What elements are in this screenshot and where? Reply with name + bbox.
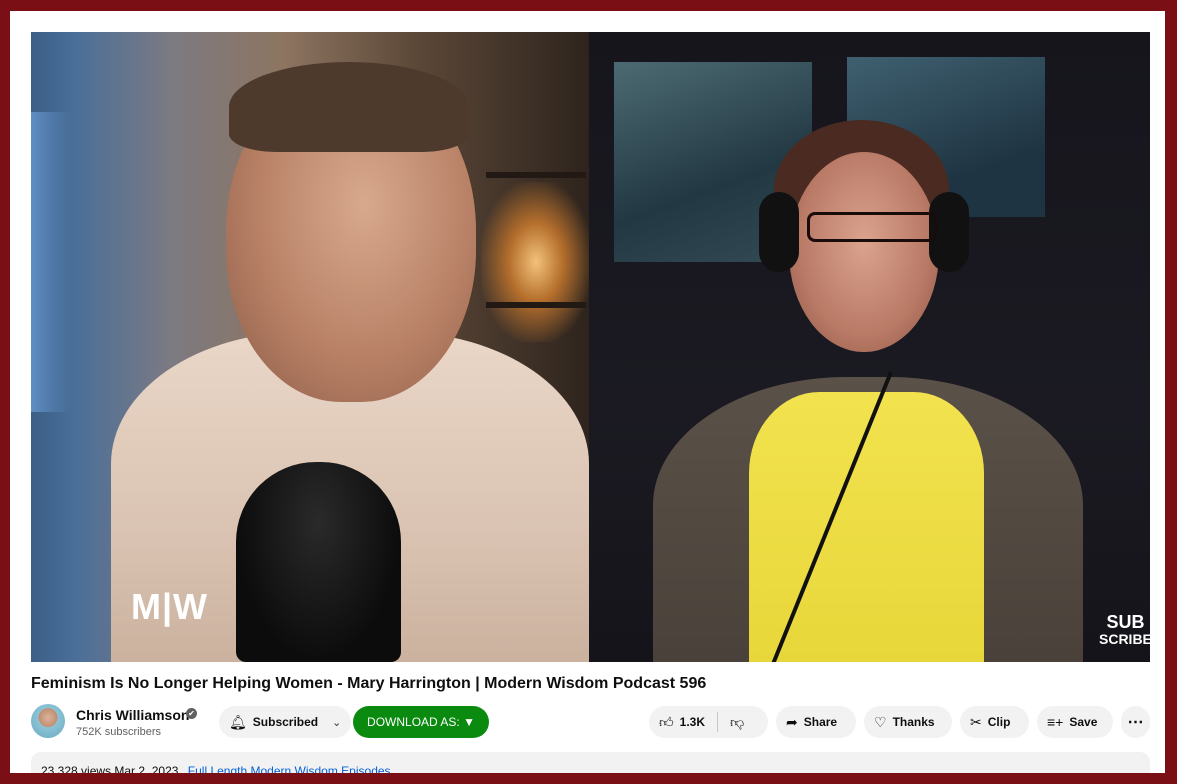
subscribed-button[interactable]: 🔔︎ Subscribed ⌄ [219,706,351,738]
more-actions-button[interactable]: ⋯ [1121,706,1150,738]
scissors-icon: ✂ [970,713,982,730]
video-title: Feminism Is No Longer Helping Women - Ma… [31,675,707,692]
thanks-button[interactable]: ♡ Thanks [864,706,952,738]
thumbs-up-icon[interactable]: 👍︎ [659,714,674,731]
modern-wisdom-logo: M|W [131,586,209,627]
page-frame: M|W SUB SCRIBE Feminism Is No Longer Hel… [10,11,1165,773]
window-light [31,112,71,412]
channel-action-row: Chris Williamson ✔ 752K subscribers 🔔︎ S… [31,704,1150,740]
host-hair [229,62,469,152]
like-divider [717,712,718,732]
download-button[interactable]: DOWNLOAD AS: ▼ [353,706,489,738]
clip-label: Clip [987,715,1011,729]
channel-avatar[interactable] [31,704,65,738]
share-label: Share [803,715,838,729]
playlist-link[interactable]: Full Length Modern Wisdom Episodes [188,764,391,773]
video-left-pane: M|W [31,32,591,662]
like-count[interactable]: 1.3K [680,715,705,729]
microphone [236,462,401,662]
shelf [486,302,586,308]
chevron-down-icon: ⌄ [332,716,342,729]
guest-glasses [807,212,937,242]
subscribe-watermark[interactable]: SUB SCRIBE [1099,612,1150,648]
bell-icon: 🔔︎ [229,713,247,730]
thanks-label: Thanks [892,715,935,729]
heart-dollar-icon: ♡ [874,713,887,730]
headphone-icon [759,192,799,272]
playlist-add-icon: ≡+ [1047,714,1064,730]
subscribe-watermark-line1: SUB [1106,612,1145,632]
shelf [486,172,586,178]
subscribed-label: Subscribed [252,715,319,729]
subscribe-watermark-line2: SCRIBE [1099,631,1150,647]
save-button[interactable]: ≡+ Save [1037,706,1113,738]
channel-name[interactable]: Chris Williamson [76,707,189,723]
subscriber-count: 752K subscribers [76,726,161,738]
video-player[interactable]: M|W SUB SCRIBE [31,32,1150,662]
video-right-pane: SUB SCRIBE [589,32,1150,662]
download-label: DOWNLOAD AS: ▼ [367,715,475,729]
view-count: 23,328 views [41,764,112,773]
share-icon: ➦ [786,713,798,730]
thumbs-down-icon[interactable]: 👎︎ [730,714,744,731]
clip-button[interactable]: ✂ Clip [960,706,1029,738]
description-box[interactable]: 23,328 views Mar 2, 2023 Full Length Mod… [31,752,1150,773]
description-meta: 23,328 views Mar 2, 2023 Full Length Mod… [41,764,391,773]
save-label: Save [1069,715,1098,729]
like-dislike-group: 👍︎ 1.3K 👎︎ [649,706,768,738]
share-button[interactable]: ➦ Share [776,706,856,738]
lamp-glow [481,182,591,342]
verified-icon: ✔ [186,708,197,719]
upload-date: Mar 2, 2023 [114,764,179,773]
guest-head [789,152,939,352]
